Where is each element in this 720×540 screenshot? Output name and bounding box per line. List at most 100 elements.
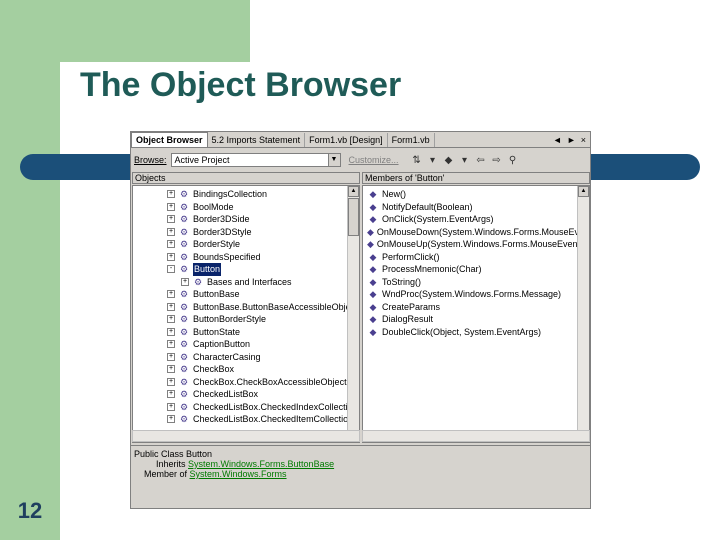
tab-form1-design[interactable]: Form1.vb [Design] bbox=[305, 133, 388, 147]
object-label: ButtonBase.ButtonBaseAccessibleObject bbox=[193, 301, 358, 312]
object-tree-item[interactable]: + ⚙ Border3DStyle bbox=[167, 226, 359, 239]
expand-icon[interactable]: + bbox=[167, 240, 175, 249]
inherits-link[interactable]: System.Windows.Forms.ButtonBase bbox=[188, 459, 334, 469]
objects-vscrollbar[interactable]: ▲ bbox=[347, 186, 359, 442]
dropdown-icon[interactable]: ▾ bbox=[427, 155, 439, 166]
chevron-down-icon[interactable]: ▼ bbox=[327, 154, 340, 166]
object-label: CaptionButton bbox=[193, 339, 251, 349]
object-tree-item[interactable]: + ⚙ Bases and Interfaces bbox=[167, 276, 359, 289]
expand-icon[interactable]: + bbox=[167, 415, 175, 424]
member-label: OnClick(System.EventArgs) bbox=[382, 214, 494, 224]
dropdown-icon-2[interactable]: ▾ bbox=[459, 155, 471, 166]
back-icon[interactable]: ⇦ bbox=[475, 155, 487, 166]
expand-icon[interactable]: + bbox=[167, 390, 175, 399]
class-icon: ⚙ bbox=[179, 214, 189, 224]
expand-icon[interactable]: + bbox=[167, 352, 175, 361]
member-list-item[interactable]: ◆ OnMouseUp(System.Windows.Forms.MouseEve… bbox=[367, 238, 589, 251]
class-icon: ⚙ bbox=[179, 351, 189, 362]
class-icon: ⚙ bbox=[179, 289, 189, 299]
object-tree-item[interactable]: + ⚙ BoundsSpecified bbox=[167, 251, 359, 264]
object-tree-item[interactable]: + ⚙ ButtonBorderStyle bbox=[167, 313, 359, 326]
expand-icon[interactable]: + bbox=[167, 340, 175, 349]
customize-button[interactable]: Customize... bbox=[349, 155, 399, 165]
object-tree-item[interactable]: + ⚙ BorderStyle bbox=[167, 238, 359, 251]
expand-icon[interactable]: + bbox=[167, 227, 175, 236]
member-list-item[interactable]: ◆ OnMouseDown(System.Windows.Forms.MouseE… bbox=[367, 226, 589, 239]
expand-icon[interactable]: + bbox=[167, 215, 175, 224]
tab-imports-statement[interactable]: 5.2 Imports Statement bbox=[208, 133, 306, 147]
object-label: BoundsSpecified bbox=[193, 251, 261, 262]
collapse-icon[interactable]: - bbox=[167, 265, 175, 274]
object-tree-item[interactable]: + ⚙ Border3DSide bbox=[167, 213, 359, 226]
expand-icon[interactable]: + bbox=[167, 402, 175, 411]
scroll-right-icon[interactable]: ► bbox=[567, 133, 576, 147]
member-list-item[interactable]: ◆ ProcessMnemonic(Char) bbox=[367, 263, 589, 276]
close-icon[interactable]: × bbox=[581, 133, 586, 147]
member-list-item[interactable]: ◆ OnClick(System.EventArgs) bbox=[367, 213, 589, 226]
object-label: CheckedListBox.CheckedItemCollection bbox=[193, 414, 354, 424]
member-list-item[interactable]: ◆ ToString() bbox=[367, 276, 589, 289]
object-tree-item[interactable]: + ⚙ BoolMode bbox=[167, 201, 359, 214]
object-tree-item[interactable]: + ⚙ ButtonState bbox=[167, 326, 359, 339]
object-tree-item[interactable]: + ⚙ CharacterCasing bbox=[167, 351, 359, 364]
browse-combo[interactable]: Active Project ▼ bbox=[170, 153, 341, 167]
member-label: New() bbox=[382, 189, 406, 199]
member-list-item[interactable]: ◆ CreateParams bbox=[367, 301, 589, 314]
member-list-item[interactable]: ◆ DoubleClick(Object, System.EventArgs) bbox=[367, 326, 589, 339]
member-list-item[interactable]: ◆ NotifyDefault(Boolean) bbox=[367, 201, 589, 214]
object-tree-item[interactable]: - ⚙ Button bbox=[167, 263, 359, 276]
class-icon: ⚙ bbox=[179, 226, 189, 237]
expand-icon[interactable]: + bbox=[167, 327, 175, 336]
object-tree-item[interactable]: + ⚙ CheckedListBox.CheckedItemCollection bbox=[167, 413, 359, 426]
object-tree-item[interactable]: + ⚙ CheckedListBox bbox=[167, 388, 359, 401]
expand-icon[interactable]: + bbox=[167, 377, 175, 386]
class-icon: ⚙ bbox=[179, 339, 189, 349]
object-tree-item[interactable]: + ⚙ CaptionButton bbox=[167, 338, 359, 351]
find-symbol-icon[interactable]: ⚲ bbox=[507, 155, 519, 166]
scroll-thumb[interactable] bbox=[348, 198, 359, 236]
class-icon: ⚙ bbox=[179, 401, 189, 412]
class-icon: ⚙ bbox=[179, 314, 189, 324]
scroll-up-icon[interactable]: ▲ bbox=[348, 186, 359, 197]
expand-icon[interactable]: + bbox=[167, 252, 175, 261]
expand-icon[interactable]: + bbox=[167, 365, 175, 374]
object-tree-item[interactable]: + ⚙ CheckBox bbox=[167, 363, 359, 376]
tab-object-browser[interactable]: Object Browser bbox=[131, 132, 208, 147]
member-label: PerformClick() bbox=[382, 251, 440, 262]
green-top-band bbox=[0, 0, 250, 62]
member-of-link[interactable]: System.Windows.Forms bbox=[190, 469, 287, 479]
sort-icon[interactable]: ⇅ bbox=[411, 155, 423, 166]
object-label: Border3DSide bbox=[193, 214, 250, 224]
scroll-left-icon[interactable]: ◄ bbox=[553, 133, 562, 147]
object-label: BoolMode bbox=[193, 201, 234, 212]
object-tree-item[interactable]: + ⚙ CheckBox.CheckBoxAccessibleObject bbox=[167, 376, 359, 389]
objects-hscrollbar[interactable] bbox=[132, 430, 360, 442]
object-tree-item[interactable]: + ⚙ ButtonBase.ButtonBaseAccessibleObject bbox=[167, 301, 359, 314]
object-browser-window: Object Browser 5.2 Imports Statement For… bbox=[130, 131, 591, 509]
member-list-item[interactable]: ◆ PerformClick() bbox=[367, 251, 589, 264]
object-tree-item[interactable]: + ⚙ ButtonBase bbox=[167, 288, 359, 301]
members-hscrollbar[interactable] bbox=[362, 430, 590, 442]
member-label: DoubleClick(Object, System.EventArgs) bbox=[382, 326, 542, 337]
object-tree-item[interactable]: + ⚙ CheckedListBox.CheckedIndexCollection bbox=[167, 401, 359, 414]
object-tree-item[interactable]: + ⚙ BindingsCollection bbox=[167, 188, 359, 201]
object-label: CheckBox bbox=[193, 364, 235, 374]
method-icon: ◆ bbox=[369, 214, 377, 224]
members-vscrollbar[interactable]: ▲ bbox=[577, 186, 589, 442]
object-label: ButtonState bbox=[193, 326, 241, 337]
inherits-line: Inherits System.Windows.Forms.ButtonBase bbox=[134, 459, 587, 469]
scroll-up-icon[interactable]: ▲ bbox=[578, 186, 589, 197]
expand-icon[interactable]: + bbox=[167, 315, 175, 324]
member-list-item[interactable]: ◆ New() bbox=[367, 188, 589, 201]
expand-icon[interactable]: + bbox=[181, 277, 189, 286]
member-list-item[interactable]: ◆ DialogResult bbox=[367, 313, 589, 326]
member-icon[interactable]: ◆ bbox=[443, 155, 455, 166]
expand-icon[interactable]: + bbox=[167, 202, 175, 211]
member-list-item[interactable]: ◆ WndProc(System.Windows.Forms.Message) bbox=[367, 288, 589, 301]
forward-icon[interactable]: ⇨ bbox=[491, 155, 503, 166]
expand-icon[interactable]: + bbox=[167, 290, 175, 299]
expand-icon[interactable]: + bbox=[167, 302, 175, 311]
tab-form1-vb[interactable]: Form1.vb bbox=[388, 133, 435, 147]
expand-icon[interactable]: + bbox=[167, 190, 175, 199]
class-icon: ⚙ bbox=[179, 251, 189, 262]
